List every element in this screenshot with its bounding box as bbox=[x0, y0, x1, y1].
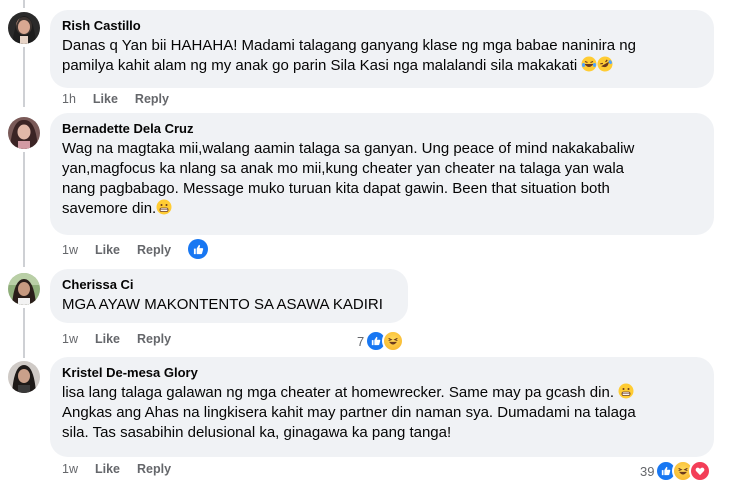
comment-meta: 1w Like Reply bbox=[62, 462, 171, 476]
like-button[interactable]: Like bbox=[95, 243, 120, 257]
grimacing-icon bbox=[618, 383, 634, 399]
grimacing-icon bbox=[156, 199, 172, 215]
reply-button[interactable]: Reply bbox=[135, 92, 169, 106]
reply-button[interactable]: Reply bbox=[137, 332, 171, 346]
avatar[interactable] bbox=[8, 361, 40, 393]
comment-bubble: Kristel De-mesa Glory lisa lang talaga g… bbox=[50, 357, 714, 457]
comment-line: Angkas ang Ahas na lingkisera kahit may … bbox=[62, 404, 636, 421]
love-reaction-icon bbox=[689, 460, 712, 482]
comment-author[interactable]: Kristel De-mesa Glory bbox=[62, 365, 702, 381]
comment-line: lisa lang talaga galawan ng mga cheater … bbox=[62, 384, 614, 401]
like-reaction-icon bbox=[188, 239, 208, 259]
avatar[interactable] bbox=[8, 273, 40, 305]
comment-author[interactable]: Rish Castillo bbox=[62, 18, 702, 34]
like-button[interactable]: Like bbox=[95, 332, 120, 346]
thread-line bbox=[23, 152, 25, 267]
like-button[interactable]: Like bbox=[95, 462, 120, 476]
comment-meta: 1w Like Reply bbox=[62, 243, 171, 257]
comment-line: savemore din. bbox=[62, 200, 157, 217]
reaction-count: 7 bbox=[357, 333, 365, 349]
comment-line: sila. Tas sasabihin delusional ka, ginag… bbox=[62, 424, 452, 441]
comment-time[interactable]: 1w bbox=[62, 332, 78, 346]
avatar[interactable] bbox=[8, 117, 40, 149]
comment-time[interactable]: 1w bbox=[62, 462, 78, 476]
rolling-laughing-icon bbox=[597, 56, 613, 72]
reply-button[interactable]: Reply bbox=[137, 462, 171, 476]
comment-text: lisa lang talaga galawan ng mga cheater … bbox=[62, 383, 702, 443]
comment-line: Wag na magtaka mii,walang aamin talaga s… bbox=[62, 140, 635, 157]
like-button[interactable]: Like bbox=[93, 92, 118, 106]
comment-text: MGA AYAW MAKONTENTO SA ASAWA KADIRI bbox=[62, 296, 383, 313]
avatar[interactable] bbox=[8, 12, 40, 44]
comment-bubble: Cherissa Ci MGA AYAW MAKONTENTO SA ASAWA… bbox=[50, 269, 408, 323]
comment-text: Wag na magtaka mii,walang aamin talaga s… bbox=[62, 139, 702, 219]
comment-bubble: Rish Castillo Danas q Yan bii HAHAHA! Ma… bbox=[50, 10, 714, 88]
reaction-summary[interactable]: 7 bbox=[357, 330, 405, 352]
haha-reaction-icon bbox=[382, 330, 405, 352]
comment-meta: 1w Like Reply bbox=[62, 332, 171, 346]
thread-line bbox=[23, 0, 25, 8]
comment-line: yan,magfocus ka nlang sa anak mo mii,kun… bbox=[62, 160, 625, 177]
comment-bubble: Bernadette Dela Cruz Wag na magtaka mii,… bbox=[50, 113, 714, 235]
comment-line: Danas q Yan bii HAHAHA! Madami talagang … bbox=[62, 37, 636, 54]
comment-author[interactable]: Cherissa Ci bbox=[62, 277, 396, 293]
reaction-summary[interactable] bbox=[188, 239, 208, 259]
comment-meta: 1h Like Reply bbox=[62, 92, 169, 106]
reaction-summary[interactable]: 39 bbox=[640, 460, 712, 482]
comment-author[interactable]: Bernadette Dela Cruz bbox=[62, 121, 702, 137]
comment-time[interactable]: 1h bbox=[62, 92, 76, 106]
thread-line bbox=[23, 47, 25, 107]
thread-line bbox=[23, 308, 25, 358]
reaction-count: 39 bbox=[640, 463, 655, 479]
comment-line: pamilya kahit alam ng my anak go parin S… bbox=[62, 57, 578, 74]
comment-time[interactable]: 1w bbox=[62, 243, 78, 257]
reply-button[interactable]: Reply bbox=[137, 243, 171, 257]
comment-line: nang pagbabago. Message muko turuan kita… bbox=[62, 180, 610, 197]
laughing-tears-icon bbox=[581, 56, 597, 72]
comment-text: Danas q Yan bii HAHAHA! Madami talagang … bbox=[62, 36, 702, 76]
